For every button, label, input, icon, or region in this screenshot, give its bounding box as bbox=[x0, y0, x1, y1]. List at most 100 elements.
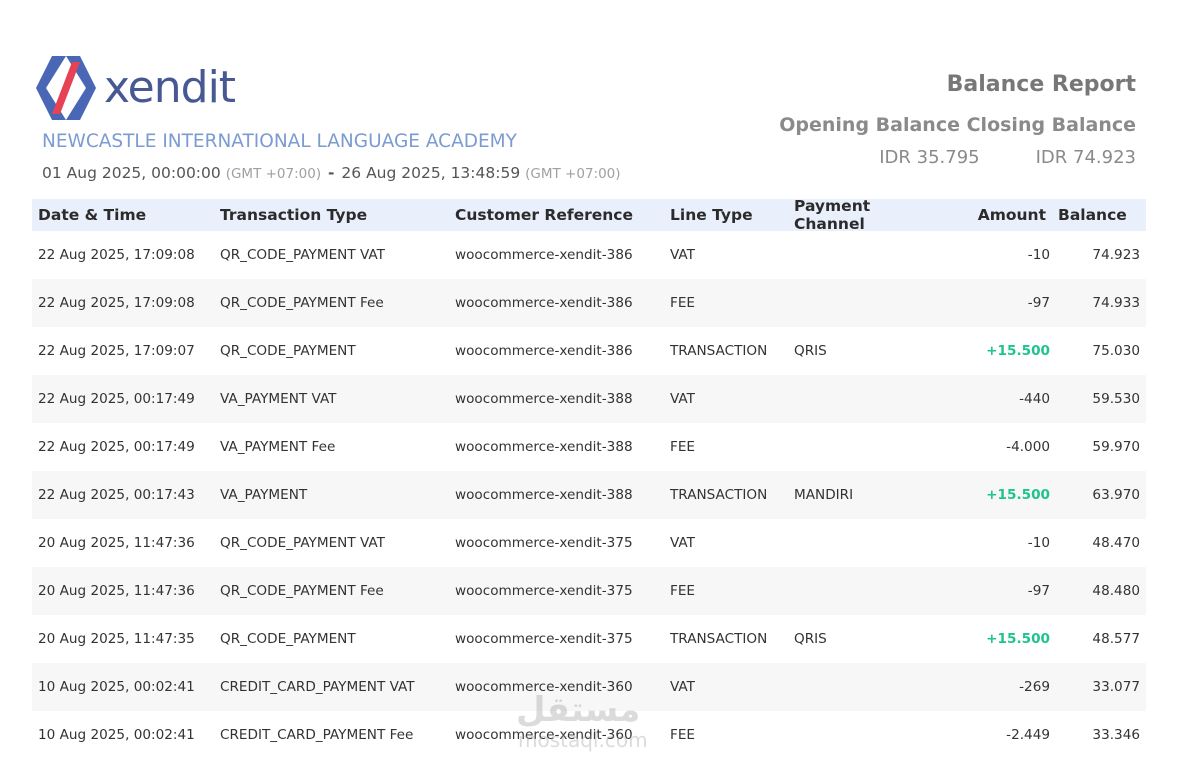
cell-date: 20 Aug 2025, 11:47:36 bbox=[38, 535, 195, 551]
table-row: 20 Aug 2025, 11:47:36 QR_CODE_PAYMENT Fee… bbox=[32, 567, 1146, 615]
table-row: 22 Aug 2025, 17:09:08 QR_CODE_PAYMENT VAT… bbox=[32, 231, 1146, 279]
table-row: 22 Aug 2025, 17:09:08 QR_CODE_PAYMENT Fee… bbox=[32, 279, 1146, 327]
column-header-balance: Balance bbox=[1058, 206, 1127, 224]
period-start: 01 Aug 2025, 00:00:00 bbox=[42, 164, 221, 182]
cell-balance: 74.933 bbox=[1092, 295, 1140, 311]
cell-balance: 59.530 bbox=[1092, 391, 1140, 407]
cell-payment-channel: QRIS bbox=[794, 631, 827, 647]
table-row: 22 Aug 2025, 17:09:07 QR_CODE_PAYMENT wooc… bbox=[32, 327, 1146, 375]
period-end: 26 Aug 2025, 13:48:59 bbox=[341, 164, 521, 182]
table-row: 20 Aug 2025, 11:47:35 QR_CODE_PAYMENT wooc… bbox=[32, 615, 1146, 663]
cell-balance: 48.577 bbox=[1092, 631, 1140, 647]
cell-transaction-type: QR_CODE_PAYMENT VAT bbox=[220, 535, 385, 551]
cell-date: 22 Aug 2025, 00:17:43 bbox=[38, 487, 195, 503]
cell-amount: +15.500 bbox=[986, 343, 1050, 359]
cell-date: 22 Aug 2025, 00:17:49 bbox=[38, 439, 195, 455]
cell-customer-reference: woocommerce-xendit-386 bbox=[455, 343, 633, 359]
column-header-transaction-type: Transaction Type bbox=[220, 206, 368, 224]
opening-balance-value: IDR 35.795 bbox=[879, 147, 980, 168]
cell-customer-reference: woocommerce-xendit-386 bbox=[455, 247, 633, 263]
cell-customer-reference: woocommerce-xendit-360 bbox=[455, 679, 633, 695]
merchant-name: NEWCASTLE INTERNATIONAL LANGUAGE ACADEMY bbox=[42, 131, 517, 152]
cell-balance: 48.480 bbox=[1092, 583, 1140, 599]
balance-values: IDR 35.795 IDR 74.923 bbox=[879, 147, 1136, 168]
xendit-logo-mark-icon bbox=[36, 56, 96, 120]
cell-line-type: FEE bbox=[670, 295, 695, 311]
cell-customer-reference: woocommerce-xendit-375 bbox=[455, 535, 633, 551]
table-row: 20 Aug 2025, 11:47:36 QR_CODE_PAYMENT VAT… bbox=[32, 519, 1146, 567]
cell-date: 22 Aug 2025, 17:09:07 bbox=[38, 343, 195, 359]
cell-customer-reference: woocommerce-xendit-388 bbox=[455, 439, 633, 455]
column-header-line-type: Line Type bbox=[670, 206, 753, 224]
cell-date: 10 Aug 2025, 00:02:41 bbox=[38, 727, 195, 743]
balance-report-page: xendit NEWCASTLE INTERNATIONAL LANGUAGE … bbox=[0, 0, 1177, 768]
cell-customer-reference: woocommerce-xendit-375 bbox=[455, 631, 633, 647]
logo-wordmark: xendit bbox=[104, 62, 236, 113]
cell-line-type: VAT bbox=[670, 535, 695, 551]
table-row: 22 Aug 2025, 00:17:49 VA_PAYMENT Fee wooco… bbox=[32, 423, 1146, 471]
cell-line-type: FEE bbox=[670, 439, 695, 455]
column-header-amount: Amount bbox=[977, 206, 1046, 224]
column-header-customer-reference: Customer Reference bbox=[455, 206, 633, 224]
closing-balance-value: IDR 74.923 bbox=[1035, 147, 1136, 168]
cell-amount: +15.500 bbox=[986, 631, 1050, 647]
cell-amount: -4.000 bbox=[1006, 439, 1050, 455]
cell-transaction-type: VA_PAYMENT VAT bbox=[220, 391, 337, 407]
cell-amount: -2.449 bbox=[1006, 727, 1050, 743]
table-row: 10 Aug 2025, 00:02:41 CREDIT_CARD_PAYMENT… bbox=[32, 711, 1146, 759]
cell-balance: 33.077 bbox=[1092, 679, 1140, 695]
report-period: 01 Aug 2025, 00:00:00 (GMT +07:00) - 26 … bbox=[42, 164, 621, 182]
cell-balance: 63.970 bbox=[1092, 487, 1140, 503]
cell-transaction-type: CREDIT_CARD_PAYMENT Fee bbox=[220, 727, 414, 743]
cell-transaction-type: QR_CODE_PAYMENT bbox=[220, 343, 356, 359]
cell-amount: -97 bbox=[1027, 583, 1050, 599]
cell-line-type: VAT bbox=[670, 391, 695, 407]
cell-payment-channel: QRIS bbox=[794, 343, 827, 359]
table-row: 10 Aug 2025, 00:02:41 CREDIT_CARD_PAYMENT… bbox=[32, 663, 1146, 711]
cell-line-type: TRANSACTION bbox=[670, 631, 768, 647]
column-header-date: Date & Time bbox=[38, 206, 147, 224]
cell-transaction-type: VA_PAYMENT bbox=[220, 487, 308, 503]
cell-balance: 59.970 bbox=[1092, 439, 1140, 455]
report-title: Balance Report bbox=[946, 72, 1136, 97]
cell-line-type: FEE bbox=[670, 583, 695, 599]
cell-amount: -269 bbox=[1019, 679, 1050, 695]
table-header: Date & Time Transaction Type Customer Re… bbox=[32, 197, 1146, 233]
cell-balance: 74.923 bbox=[1092, 247, 1140, 263]
cell-date: 20 Aug 2025, 11:47:36 bbox=[38, 583, 195, 599]
table-row: 22 Aug 2025, 00:17:49 VA_PAYMENT VAT wooco… bbox=[32, 375, 1146, 423]
cell-customer-reference: woocommerce-xendit-375 bbox=[455, 583, 633, 599]
cell-date: 22 Aug 2025, 17:09:08 bbox=[38, 295, 195, 311]
table-row: 22 Aug 2025, 00:17:43 VA_PAYMENT woocommer… bbox=[32, 471, 1146, 519]
table-body: 22 Aug 2025, 17:09:08 QR_CODE_PAYMENT VAT… bbox=[32, 231, 1146, 759]
cell-transaction-type: QR_CODE_PAYMENT Fee bbox=[220, 583, 384, 599]
opening-balance-label: Opening Balance bbox=[779, 114, 960, 136]
cell-customer-reference: woocommerce-xendit-386 bbox=[455, 295, 633, 311]
cell-transaction-type: QR_CODE_PAYMENT Fee bbox=[220, 295, 384, 311]
cell-transaction-type: QR_CODE_PAYMENT VAT bbox=[220, 247, 385, 263]
period-end-timezone: (GMT +07:00) bbox=[525, 166, 621, 182]
cell-line-type: TRANSACTION bbox=[670, 487, 768, 503]
cell-amount: -10 bbox=[1027, 247, 1050, 263]
cell-amount: +15.500 bbox=[986, 487, 1050, 503]
xendit-logo: xendit bbox=[36, 56, 236, 120]
transactions-table: Date & Time Transaction Type Customer Re… bbox=[32, 197, 1146, 759]
cell-customer-reference: woocommerce-xendit-388 bbox=[455, 487, 633, 503]
cell-date: 22 Aug 2025, 17:09:08 bbox=[38, 247, 195, 263]
balance-labels: Opening Balance Closing Balance bbox=[779, 114, 1136, 136]
cell-line-type: FEE bbox=[670, 727, 695, 743]
cell-date: 22 Aug 2025, 00:17:49 bbox=[38, 391, 195, 407]
period-separator: - bbox=[328, 164, 335, 182]
cell-balance: 33.346 bbox=[1092, 727, 1140, 743]
cell-payment-channel: MANDIRI bbox=[794, 487, 854, 503]
cell-amount: -10 bbox=[1027, 535, 1050, 551]
period-start-timezone: (GMT +07:00) bbox=[225, 166, 322, 182]
cell-date: 20 Aug 2025, 11:47:35 bbox=[38, 631, 195, 647]
cell-amount: -440 bbox=[1019, 391, 1050, 407]
cell-transaction-type: QR_CODE_PAYMENT bbox=[220, 631, 356, 647]
cell-line-type: VAT bbox=[670, 679, 695, 695]
cell-line-type: TRANSACTION bbox=[670, 343, 768, 359]
cell-amount: -97 bbox=[1027, 295, 1050, 311]
cell-date: 10 Aug 2025, 00:02:41 bbox=[38, 679, 195, 695]
cell-customer-reference: woocommerce-xendit-360 bbox=[455, 727, 633, 743]
